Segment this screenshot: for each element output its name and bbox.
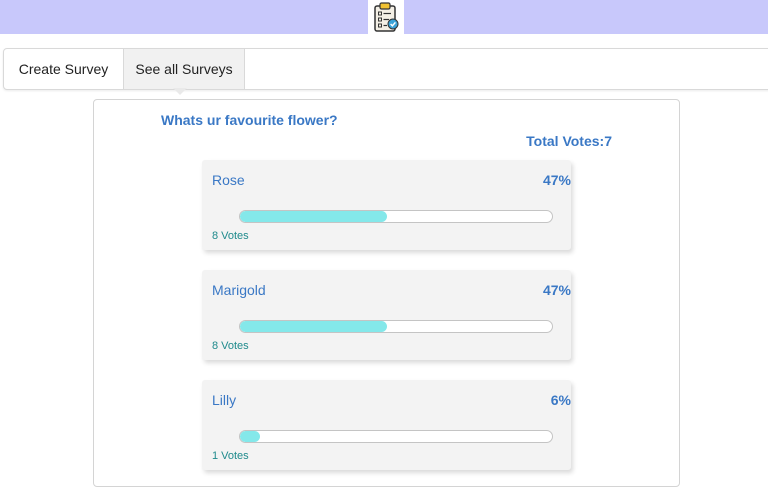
poll-option-vote-count: 8 xyxy=(212,230,219,242)
clipboard-check-icon xyxy=(374,2,399,32)
poll-progress-fill xyxy=(240,321,387,332)
tab-create-survey-label: Create Survey xyxy=(18,61,109,77)
active-tab-indicator xyxy=(173,88,187,95)
poll-option-votes: 8 Votes xyxy=(212,230,252,242)
poll-option-label: Lilly xyxy=(212,392,237,408)
poll-option-vote-count: 1 xyxy=(212,450,219,462)
poll-option[interactable]: Rose 47% 8 Votes xyxy=(202,160,571,250)
tab-see-all-surveys-label: See all Surveys xyxy=(135,61,233,77)
poll-option-percent: 47% xyxy=(542,172,571,188)
poll-progress-bar xyxy=(239,320,553,333)
poll-option[interactable]: Lilly 6% 1 Votes xyxy=(202,380,571,470)
poll-option-votes: 1 Votes xyxy=(212,450,252,462)
total-votes: Total Votes:7 xyxy=(526,133,612,149)
poll-option-vote-count: 8 xyxy=(212,340,219,352)
poll-option[interactable]: Marigold 47% 8 Votes xyxy=(202,270,571,360)
poll-option-votes: 8 Votes xyxy=(212,340,252,352)
poll-option-label: Marigold xyxy=(212,282,266,298)
total-votes-label: Total Votes: xyxy=(526,133,605,149)
poll-option-percent: 47% xyxy=(542,282,571,298)
tab-bar: Create Survey See all Surveys xyxy=(3,48,768,90)
poll-option-label: Rose xyxy=(212,172,245,188)
total-votes-count: 7 xyxy=(604,133,612,149)
poll-option-percent: 6% xyxy=(550,392,571,408)
tab-create-survey[interactable]: Create Survey xyxy=(4,49,123,89)
poll-option-vote-unit: Votes xyxy=(221,230,249,242)
top-bar xyxy=(0,0,768,34)
poll-progress-bar xyxy=(239,430,553,443)
poll-progress-bar xyxy=(239,210,553,223)
poll-option-vote-unit: Votes xyxy=(221,450,249,462)
tab-see-all-surveys[interactable]: See all Surveys xyxy=(123,49,245,89)
poll-progress-fill xyxy=(240,211,387,222)
app-logo[interactable] xyxy=(368,0,404,34)
survey-question: Whats ur favourite flower? xyxy=(161,112,338,128)
poll-progress-fill xyxy=(240,431,260,442)
poll-option-vote-unit: Votes xyxy=(221,340,249,352)
survey-card: Whats ur favourite flower? Total Votes:7… xyxy=(93,99,680,487)
